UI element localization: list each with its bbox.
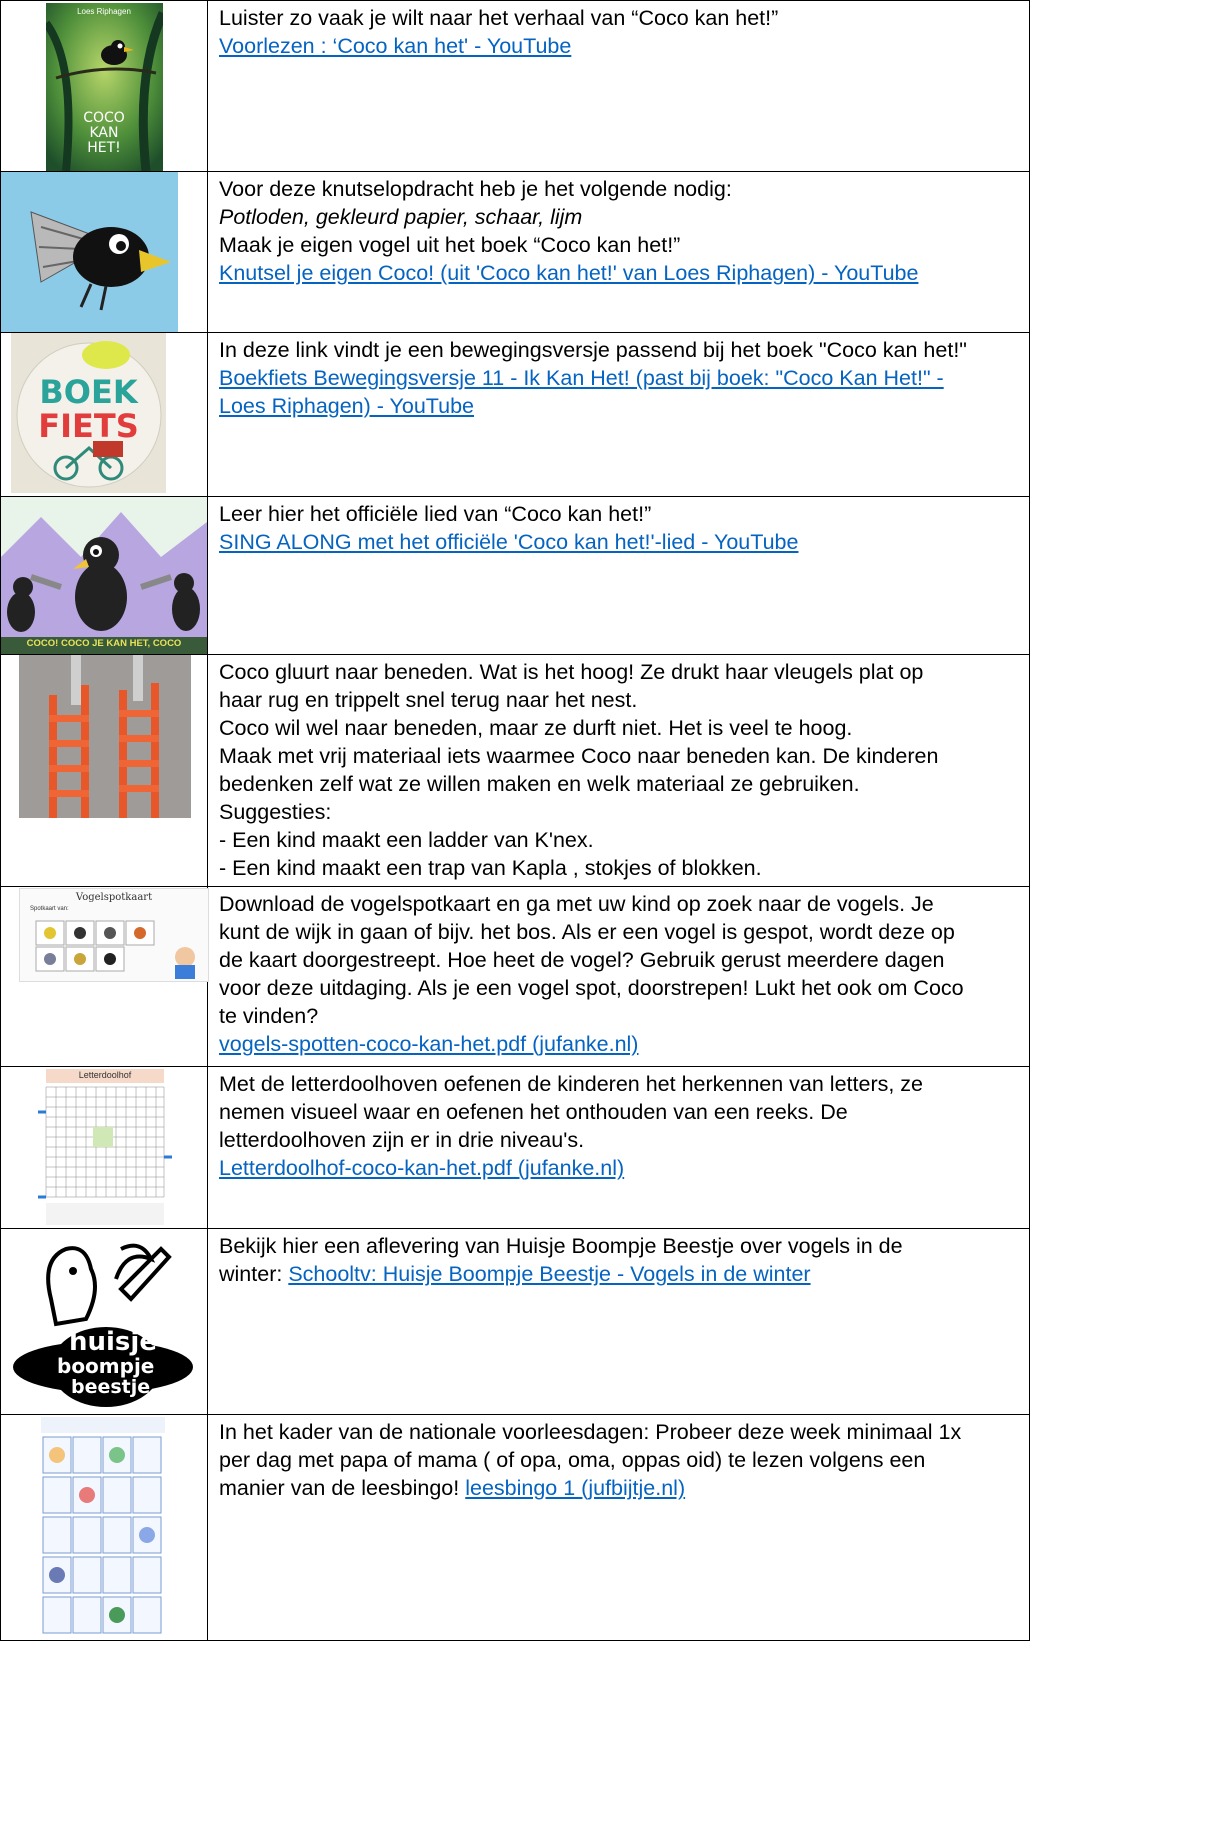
knex-ladder-photo-icon	[19, 655, 191, 818]
cover-author: Loes Riphagen	[77, 7, 131, 16]
table-row: BOEK FIETS In deze link vindt je een bew…	[0, 332, 1030, 497]
text-line: Voor deze knutselopdracht heb je het vol…	[219, 177, 732, 201]
text-line: kunt de wijk in gaan of bijv. het bos. A…	[219, 920, 955, 944]
cover-title-line: HET!	[87, 140, 121, 156]
table-row: Letterdoolhof Met de letterdoolhoven oef…	[0, 1066, 1030, 1229]
image-cell	[0, 171, 208, 333]
image-cell	[0, 1414, 208, 1641]
text-cell: Leer hier het officiële lied van “Coco k…	[207, 496, 1030, 655]
image-cell: COCO! COCO JE KAN HET, COCO	[0, 496, 208, 655]
image-cell: huisje boompje beestje	[0, 1228, 208, 1415]
activity-table: Loes Riphagen COCO KAN HET! Luister zo v…	[0, 0, 1030, 1641]
text-cell: Voor deze knutselopdracht heb je het vol…	[207, 171, 1030, 333]
image-cell: BOEK FIETS	[0, 332, 208, 497]
text-line: In deze link vindt je een bewegingsversj…	[219, 338, 967, 362]
leesbingo-sheet-icon	[39, 1415, 167, 1637]
logo-word: huisje	[69, 1327, 157, 1357]
text-line: Suggesties:	[219, 800, 332, 824]
logo-word: beestje	[71, 1376, 151, 1398]
text-line: In het kader van de nationale voorleesda…	[219, 1420, 962, 1444]
text-line: Coco wil wel naar beneden, maar ze durft…	[219, 716, 853, 740]
image-cell: Letterdoolhof	[0, 1066, 208, 1229]
text-cell: Met de letterdoolhoven oefenen de kinder…	[207, 1066, 1030, 1229]
vogelspotkaart-sub: Spotkaart van:	[30, 906, 69, 912]
text-line: nemen visueel waar en oefenen het onthou…	[219, 1100, 848, 1124]
huisje-boompje-beestje-logo-icon: huisje boompje beestje	[11, 1229, 195, 1413]
table-row: huisje boompje beestje Bekijk hier een a…	[0, 1228, 1030, 1415]
boekfiets-logo-icon: BOEK FIETS	[11, 333, 166, 493]
text-line: Coco gluurt naar beneden. Wat is het hoo…	[219, 660, 924, 684]
logo-word: boompje	[57, 1354, 155, 1378]
text-line: winter: Schooltv: Huisje Boompje Beestje…	[219, 1260, 1025, 1288]
text-line: Download de vogelspotkaart en ga met uw …	[219, 892, 934, 916]
table-row: Vogelspotkaart Spotkaart van: Download d…	[0, 886, 1030, 1067]
text-cell: In deze link vindt je een bewegingsversj…	[207, 332, 1030, 497]
schooltv-link[interactable]: Schooltv: Huisje Boompje Beestje - Vogel…	[288, 1262, 810, 1286]
youtube-link[interactable]: SING ALONG met het officiële 'Coco kan h…	[219, 528, 1025, 556]
text-cell: Luister zo vaak je wilt naar het verhaal…	[207, 0, 1030, 172]
text-line: bedenken zelf wat ze willen maken en wel…	[219, 772, 860, 796]
paper-bird-craft-icon	[1, 172, 178, 332]
text-line: Bekijk hier een aflevering van Huisje Bo…	[219, 1234, 903, 1258]
text-line: per dag met papa of mama ( of opa, oma, …	[219, 1448, 926, 1472]
coco-book-cover-icon: Loes Riphagen COCO KAN HET!	[45, 3, 163, 171]
text-line: de kaart doorgestreept. Hoe heet de voge…	[219, 948, 945, 972]
pdf-link[interactable]: Letterdoolhof-coco-kan-het.pdf (jufanke.…	[219, 1154, 1025, 1182]
table-row: Voor deze knutselopdracht heb je het vol…	[0, 171, 1030, 333]
text-line: Leer hier het officiële lied van “Coco k…	[219, 502, 652, 526]
table-row: Coco gluurt naar beneden. Wat is het hoo…	[0, 654, 1030, 887]
text-cell: Coco gluurt naar beneden. Wat is het hoo…	[207, 654, 1030, 887]
vogelspotkaart-title: Vogelspotkaart	[75, 892, 153, 903]
image-cell	[0, 654, 208, 887]
cover-title-line: KAN	[89, 125, 119, 141]
text-line: Maak je eigen vogel uit het boek “Coco k…	[219, 233, 681, 257]
text-line: Luister zo vaak je wilt naar het verhaal…	[219, 6, 779, 30]
vogelspotkaart-icon: Vogelspotkaart Spotkaart van:	[19, 888, 209, 982]
youtube-link[interactable]: Voorlezen : ‘Coco kan het' - YouTube	[219, 32, 1025, 60]
text-line: Maak met vrij materiaal iets waarmee Coc…	[219, 744, 939, 768]
letterdoolhof-title: Letterdoolhof	[78, 1070, 132, 1080]
boekfiets-word: FIETS	[38, 407, 139, 445]
text-line: manier van de leesbingo! leesbingo 1 (ju…	[219, 1474, 1025, 1502]
text-line: - Een kind maakt een ladder van K'nex.	[219, 828, 594, 852]
leesbingo-link[interactable]: leesbingo 1 (jufbijtje.nl)	[465, 1476, 685, 1500]
table-row: In het kader van de nationale voorleesda…	[0, 1414, 1030, 1641]
youtube-link[interactable]: Boekfiets Bewegingsversje 11 - Ik Kan He…	[219, 364, 1025, 420]
text-line: - Een kind maakt een trap van Kapla , st…	[219, 856, 762, 880]
youtube-link[interactable]: Knutsel je eigen Coco! (uit 'Coco kan he…	[219, 259, 1025, 287]
text-fragment: winter:	[219, 1262, 289, 1286]
cover-title: COCO KAN HET!	[46, 111, 163, 156]
table-row: Loes Riphagen COCO KAN HET! Luister zo v…	[0, 0, 1030, 172]
table-row: COCO! COCO JE KAN HET, COCO Leer hier he…	[0, 496, 1030, 655]
link-line: Boekfiets Bewegingsversje 11 - Ik Kan He…	[219, 366, 944, 390]
text-cell: Download de vogelspotkaart en ga met uw …	[207, 886, 1030, 1067]
text-line: te vinden?	[219, 1004, 319, 1028]
sing-along-crows-icon: COCO! COCO JE KAN HET, COCO	[1, 497, 207, 654]
image-cell: Loes Riphagen COCO KAN HET!	[0, 0, 208, 172]
text-line: haar rug en trippelt snel terug naar het…	[219, 688, 638, 712]
text-cell: Bekijk hier een aflevering van Huisje Bo…	[207, 1228, 1030, 1415]
text-fragment: manier van de leesbingo!	[219, 1476, 466, 1500]
cover-title-line: COCO	[83, 110, 125, 126]
text-cell: In het kader van de nationale voorleesda…	[207, 1414, 1030, 1641]
materials-line: Potloden, gekleurd papier, schaar, lijm	[219, 205, 583, 229]
link-line: Loes Riphagen) - YouTube	[219, 394, 475, 418]
sing-along-caption: COCO! COCO JE KAN HET, COCO	[26, 638, 182, 649]
pdf-link[interactable]: vogels-spotten-coco-kan-het.pdf (jufanke…	[219, 1030, 1025, 1058]
image-cell: Vogelspotkaart Spotkaart van:	[0, 886, 209, 1067]
boekfiets-word: BOEK	[39, 373, 138, 411]
text-line: letterdoolhoven zijn er in drie niveau's…	[219, 1128, 585, 1152]
text-line: voor deze uitdaging. Als je een vogel sp…	[219, 976, 964, 1000]
letterdoolhof-icon: Letterdoolhof	[38, 1067, 172, 1227]
text-line: Met de letterdoolhoven oefenen de kinder…	[219, 1072, 924, 1096]
